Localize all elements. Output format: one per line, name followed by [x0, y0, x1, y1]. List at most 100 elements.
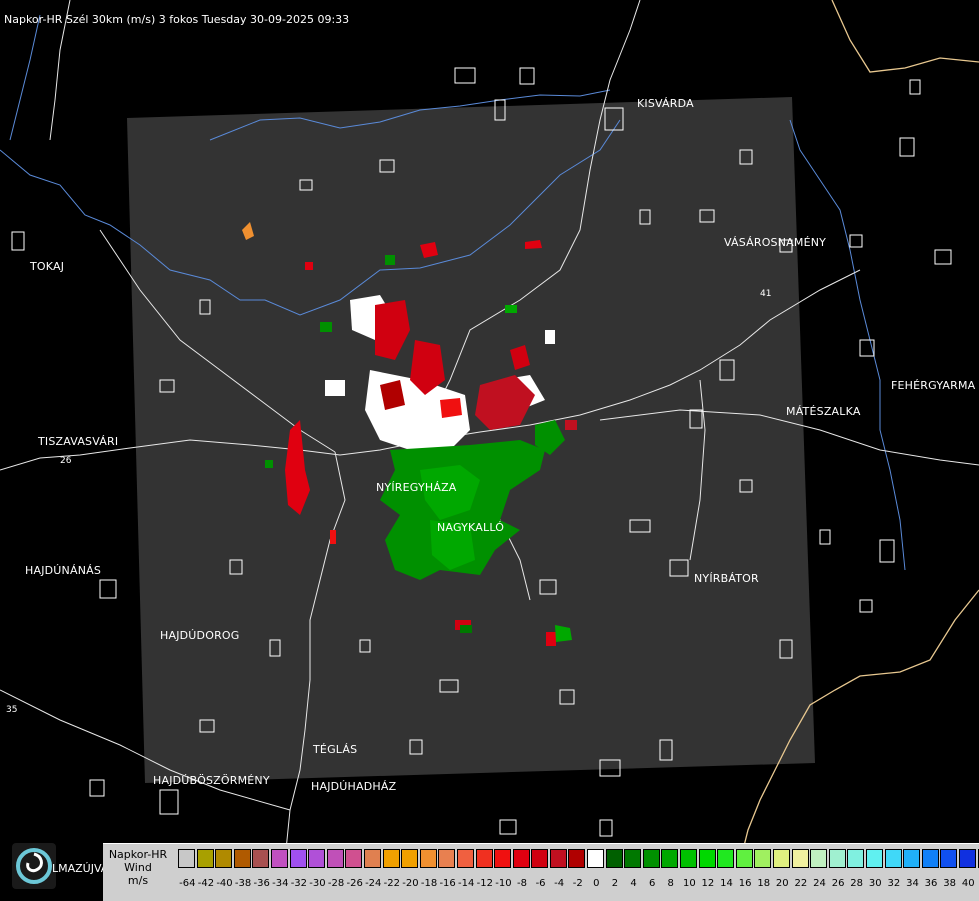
legend-swatch	[698, 849, 716, 868]
city-label-nagykallo: NAGYKALLÓ	[437, 521, 505, 534]
legend-tick-label: 20	[775, 878, 789, 889]
color-legend: Napkor-HR Wind m/s -64 -42 -40 -38 -36 -34 -32…	[103, 843, 979, 901]
legend-swatch	[940, 849, 958, 868]
legend-swatch	[642, 849, 660, 868]
legend-tick-label: 6	[648, 878, 656, 889]
legend-tick-label: -40	[216, 878, 233, 889]
legend-swatches	[178, 849, 979, 870]
legend-swatch	[178, 849, 195, 868]
city-label-hajduboszormeny: HAJDÚBÖSZÖRMÉNY	[153, 774, 270, 787]
legend-tick-label: -20	[402, 878, 419, 889]
legend-tick-label: 40	[961, 878, 975, 889]
legend-swatch	[773, 849, 790, 868]
legend-swatch	[884, 849, 902, 868]
legend-swatch	[587, 849, 605, 868]
legend-tick-label: 30	[868, 878, 882, 889]
legend-swatch	[308, 849, 326, 868]
legend-swatch	[233, 849, 251, 868]
legend-swatch	[810, 849, 828, 868]
legend-swatch	[661, 849, 679, 868]
radar-map: 35 26 41	[0, 0, 979, 900]
legend-tick-label: -24	[365, 878, 382, 889]
legend-swatch	[680, 849, 698, 868]
city-label-kisvarda: KISVÁRDA	[637, 97, 694, 110]
legend-swatch	[531, 849, 549, 868]
legend-swatch	[735, 849, 753, 868]
city-label-nyiregyhaza: NYÍREGYHÁZA	[376, 481, 457, 494]
legend-tick-label: 12	[701, 878, 715, 889]
radar-coverage-area	[127, 97, 815, 783]
legend-swatch	[754, 849, 772, 868]
city-label-hajduhadhaz: HAJDÚHADHÁZ	[311, 780, 397, 793]
legend-swatch	[828, 849, 846, 868]
legend-swatch	[624, 849, 642, 868]
city-label-mateszalka: MÁTÉSZALKA	[786, 405, 861, 418]
legend-tick-label: -14	[458, 878, 475, 889]
legend-tick-label: -38	[234, 878, 252, 889]
legend-tick-label: 10	[682, 878, 696, 889]
legend-tick-label: -28	[327, 878, 345, 889]
legend-tick-label: 16	[738, 878, 752, 889]
legend-swatch	[847, 849, 865, 868]
legend-tick-label: -16	[439, 878, 456, 889]
legend-swatch	[568, 849, 586, 868]
map-title: Napkor-HR Szél 30km (m/s) 3 fokos Tuesda…	[4, 13, 350, 26]
legend-swatch	[903, 849, 921, 868]
legend-swatch	[326, 849, 344, 868]
legend-tick-label: 28	[850, 878, 864, 889]
legend-tick-label: -42	[197, 878, 215, 889]
legend-tick-label: -22	[383, 878, 400, 889]
legend-swatch	[363, 849, 381, 868]
legend-swatch	[605, 849, 623, 868]
legend-swatch	[475, 849, 493, 868]
legend-tick-label: -26	[346, 878, 363, 889]
legend-swatch	[345, 849, 363, 868]
legend-swatch	[494, 849, 512, 868]
city-label-fehergyarmat: FEHÉRGYARMA	[891, 379, 976, 392]
legend-tick-label: -8	[516, 878, 527, 889]
legend-tick-label: 8	[667, 878, 674, 889]
legend-tick-label: -10	[495, 878, 512, 889]
legend-swatch	[791, 849, 809, 868]
legend-tick-label: -30	[309, 878, 326, 889]
legend-swatch	[419, 849, 437, 868]
legend-swatch	[401, 849, 419, 868]
legend-swatch	[512, 849, 530, 868]
legend-tick-label: -18	[420, 878, 438, 889]
city-label-nyirbator: NYÍRBÁTOR	[694, 572, 759, 585]
legend-swatch	[215, 849, 233, 868]
legend-swatch	[456, 849, 474, 868]
legend-tick-label: -6	[535, 878, 546, 889]
road-number: 41	[760, 289, 771, 299]
legend-swatch	[921, 849, 939, 868]
legend-swatch	[252, 849, 270, 868]
legend-tick-label: 38	[943, 878, 956, 889]
legend-tick-label: -36	[253, 878, 270, 889]
legend-swatch	[717, 849, 735, 868]
legend-swatch	[289, 849, 307, 868]
legend-tick-label: 24	[813, 878, 826, 889]
legend-tick-label: 18	[757, 878, 771, 889]
legend-tick-label: 36	[924, 878, 938, 889]
road-number: 35	[6, 705, 17, 715]
legend-tick-label: 2	[611, 878, 619, 889]
legend-tick-label: -64	[179, 878, 196, 889]
legend-unit: m/s	[127, 874, 149, 887]
legend-tick-label: 0	[593, 878, 600, 889]
legend-tick-label: 14	[720, 878, 733, 889]
legend-tick-label: 32	[887, 878, 901, 889]
legend-label: Napkor-HR Wind m/s	[107, 848, 169, 887]
napkor-logo-icon	[12, 843, 56, 889]
city-label-hajdudorog: HAJDÚDOROG	[160, 629, 240, 642]
legend-tick-label: -2	[572, 878, 583, 889]
legend-swatch	[865, 849, 883, 868]
road-number: 26	[60, 456, 72, 466]
legend-variable: Wind	[124, 861, 152, 874]
legend-tick-label: 34	[906, 878, 919, 889]
city-label-vasarosnameny: VÁSÁROSNAMÉNY	[724, 236, 827, 249]
legend-product: Napkor-HR	[108, 848, 168, 861]
legend-swatch	[549, 849, 567, 868]
legend-tick-label: -12	[476, 878, 493, 889]
city-label-hajdunanas: HAJDÚNÁNÁS	[25, 564, 102, 577]
legend-tick-label: 4	[630, 878, 637, 889]
